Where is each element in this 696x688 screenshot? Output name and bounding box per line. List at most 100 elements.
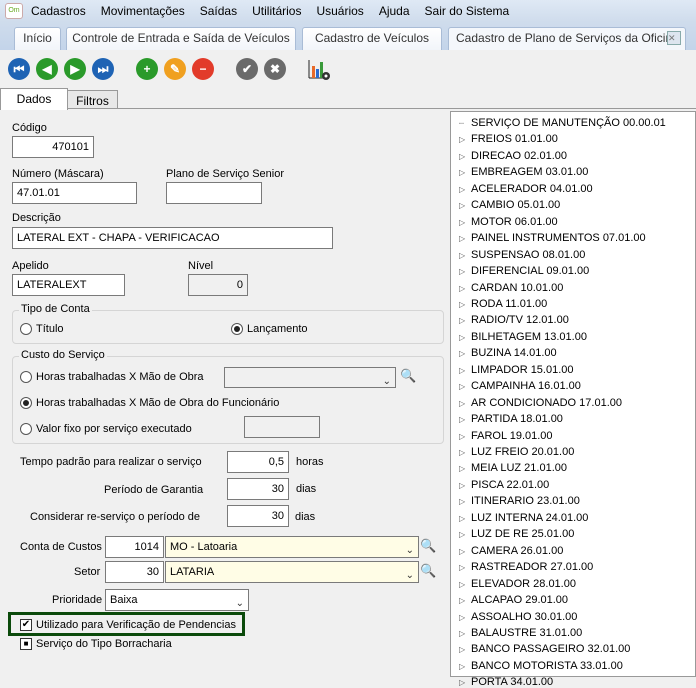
search-icon[interactable]: 🔍 (420, 563, 436, 579)
expand-icon[interactable]: ▷ (459, 152, 471, 161)
delete-icon[interactable]: − (192, 58, 214, 80)
expand-icon[interactable]: ▷ (459, 547, 471, 556)
tree-item[interactable]: ▷ LUZ INTERNA 24.01.00 (459, 512, 588, 524)
tree-item[interactable]: ▷ BANCO MOTORISTA 33.01.00 (459, 660, 623, 672)
expand-icon[interactable]: ▷ (459, 300, 471, 309)
expand-icon[interactable]: ▷ (459, 530, 471, 539)
tree-item[interactable]: ▷ BALAUSTRE 31.01.00 (459, 627, 582, 639)
tree-item[interactable]: ▷ LUZ FREIO 20.01.00 (459, 446, 574, 458)
chart-settings-icon[interactable] (307, 58, 331, 82)
tab-filtros[interactable]: Filtros (67, 90, 118, 109)
radio-horas-funcionario[interactable] (20, 397, 32, 409)
menu-ajuda[interactable]: Ajuda (379, 4, 410, 18)
tab-cadastro-plano-servicos[interactable]: Cadastro de Plano de Serviços da Oficina… (448, 27, 686, 50)
expand-icon[interactable]: ▷ (459, 629, 471, 638)
expand-icon[interactable]: ▷ (459, 464, 471, 473)
tree-item[interactable]: ▷ BUZINA 14.01.00 (459, 347, 557, 359)
tree-item[interactable]: ▷ EMBREAGEM 03.01.00 (459, 166, 588, 178)
expand-icon[interactable]: ▷ (459, 201, 471, 210)
expand-icon[interactable]: ▷ (459, 168, 471, 177)
tree-item[interactable]: ▷ PISCA 22.01.00 (459, 479, 549, 491)
setor-select[interactable]: LATARIA ⌄ (165, 561, 419, 583)
tree-item[interactable]: ▷ ITINERARIO 23.01.00 (459, 495, 580, 507)
edit-icon[interactable]: ✎ (164, 58, 186, 80)
tree-item[interactable]: ▷ RODA 11.01.00 (459, 298, 547, 310)
menu-cadastros[interactable]: Cadastros (31, 4, 86, 18)
tree-item[interactable]: ▷ ACELERADOR 04.01.00 (459, 183, 593, 195)
tree-item[interactable]: ▷ FREIOS 01.01.00 (459, 133, 558, 145)
search-icon[interactable]: 🔍 (400, 368, 416, 384)
expand-icon[interactable]: ▷ (459, 497, 471, 506)
expand-icon[interactable]: ▷ (459, 448, 471, 457)
tab-inicio[interactable]: Início (14, 27, 61, 50)
first-record-icon[interactable]: ⏮ (8, 58, 30, 80)
expand-icon[interactable]: ▷ (459, 185, 471, 194)
tree-item[interactable]: ▷ BANCO PASSAGEIRO 32.01.00 (459, 643, 630, 655)
tree-item[interactable]: ▷ ALCAPAO 29.01.00 (459, 594, 568, 606)
expand-icon[interactable]: ▷ (459, 366, 471, 375)
setor-code[interactable]: 30 (105, 561, 164, 583)
tree-item[interactable]: ▷ RASTREADOR 27.01.00 (459, 561, 593, 573)
tree-item[interactable]: ▷ CAMBIO 05.01.00 (459, 199, 560, 211)
tree-item[interactable]: ▷ CAMPAINHA 16.01.00 (459, 380, 581, 392)
expand-icon[interactable]: ▷ (459, 284, 471, 293)
tree-item[interactable]: ▷ CARDAN 10.01.00 (459, 282, 563, 294)
expand-icon[interactable]: ▷ (459, 481, 471, 490)
expand-icon[interactable]: ▷ (459, 218, 471, 227)
plano-senior-field[interactable] (166, 182, 262, 204)
expand-icon[interactable]: ▷ (459, 382, 471, 391)
expand-icon[interactable]: ▷ (459, 580, 471, 589)
expand-icon[interactable]: ▷ (459, 514, 471, 523)
tab-controle-entrada-saida[interactable]: Controle de Entrada e Saída de Veículos (66, 27, 296, 50)
borracharia-checkbox[interactable]: ■ (20, 638, 32, 650)
conta-custos-code[interactable]: 1014 (105, 536, 164, 558)
cancel-icon[interactable]: ✖ (264, 58, 286, 80)
menu-movimentacoes[interactable]: Movimentações (101, 4, 185, 18)
tree-item[interactable]: ▷ LIMPADOR 15.01.00 (459, 364, 574, 376)
expand-icon[interactable]: ▷ (459, 333, 471, 342)
numero-field[interactable]: 47.01.01 (12, 182, 137, 204)
tree-item[interactable]: ▷ BILHETAGEM 13.01.00 (459, 331, 587, 343)
tree-item[interactable]: ▷ ELEVADOR 28.01.00 (459, 578, 576, 590)
expand-icon[interactable]: ▷ (459, 349, 471, 358)
tree-item[interactable]: ▷ LUZ DE RE 25.01.00 (459, 528, 574, 540)
radio-valor-fixo[interactable] (20, 423, 32, 435)
expand-icon[interactable]: ▷ (459, 415, 471, 424)
tree-item[interactable]: ▷ DIRECAO 02.01.00 (459, 150, 567, 162)
tree-item[interactable]: ▷ MOTOR 06.01.00 (459, 216, 558, 228)
tree-item[interactable]: ▷ FAROL 19.01.00 (459, 430, 553, 442)
tree-item[interactable]: ▷ MEIA LUZ 21.01.00 (459, 462, 567, 474)
tree-item[interactable]: ▷ DIFERENCIAL 09.01.00 (459, 265, 589, 277)
apelido-field[interactable]: LATERALEXT (12, 274, 125, 296)
reservico-field[interactable]: 30 (227, 505, 289, 527)
expand-icon[interactable]: ▷ (459, 432, 471, 441)
expand-icon[interactable]: ▷ (459, 251, 471, 260)
descricao-field[interactable]: LATERAL EXT - CHAPA - VERIFICACAO (12, 227, 333, 249)
tree-item[interactable]: ▷ PARTIDA 18.01.00 (459, 413, 563, 425)
expand-icon[interactable]: ▷ (459, 399, 471, 408)
menu-usuarios[interactable]: Usuários (316, 4, 363, 18)
tree-item[interactable]: ┈ SERVIÇO DE MANUTENÇÃO 00.00.01 (459, 117, 666, 129)
radio-horas-mao-obra[interactable] (20, 371, 32, 383)
expand-icon[interactable]: ▷ (459, 135, 471, 144)
tree-item[interactable]: ▷ SUSPENSAO 08.01.00 (459, 249, 585, 261)
previous-record-icon[interactable]: ◀ (36, 58, 58, 80)
conta-custos-select[interactable]: MO - Latoaria ⌄ (165, 536, 419, 558)
expand-icon[interactable]: ▷ (459, 645, 471, 654)
service-plan-tree[interactable]: ┈ SERVIÇO DE MANUTENÇÃO 00.00.01 ▷ FREIOS 0… (450, 111, 696, 688)
add-icon[interactable]: + (136, 58, 158, 80)
expand-icon[interactable]: ▷ (459, 662, 471, 671)
verificacao-checkbox[interactable]: ✔ (20, 619, 32, 631)
expand-icon[interactable]: ▷ (459, 316, 471, 325)
garantia-field[interactable]: 30 (227, 478, 289, 500)
confirm-icon[interactable]: ✔ (236, 58, 258, 80)
expand-icon[interactable]: ▷ (459, 678, 471, 687)
tree-item[interactable]: ▷ AR CONDICIONADO 17.01.00 (459, 397, 622, 409)
tree-item[interactable]: ▷ PORTA 34.01.00 (459, 676, 553, 688)
next-record-icon[interactable]: ▶ (64, 58, 86, 80)
radio-titulo[interactable] (20, 323, 32, 335)
prioridade-select[interactable]: Baixa ⌄ (105, 589, 249, 611)
radio-lancamento[interactable] (231, 323, 243, 335)
codigo-field[interactable]: 470101 (12, 136, 94, 158)
menu-sair[interactable]: Sair do Sistema (425, 4, 510, 18)
